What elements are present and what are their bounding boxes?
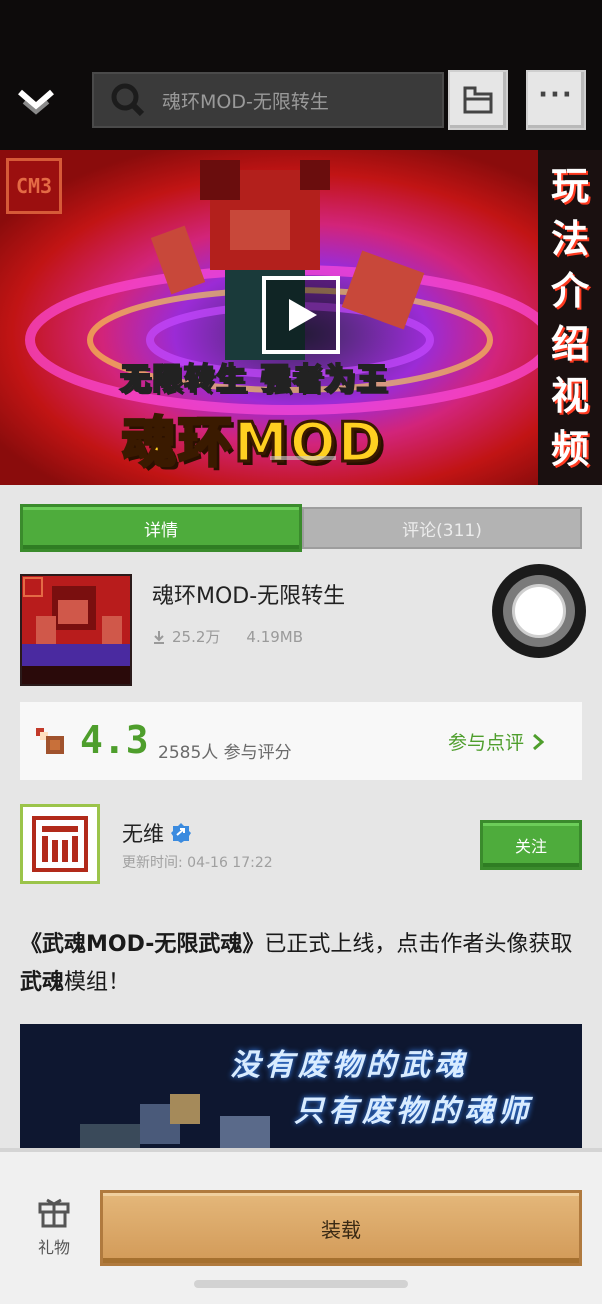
- detail-panel: 详情 评论(311) 魂环MOD-无限转生 25.2万 4.19MB 4.3 2…: [0, 488, 602, 1148]
- author-name[interactable]: 无维: [122, 818, 192, 848]
- collapse-button[interactable]: [14, 80, 58, 120]
- rating-score: 4.3: [80, 718, 149, 762]
- drumstick-icon: [36, 728, 64, 754]
- author-avatar[interactable]: [20, 804, 100, 884]
- search-text: 魂环MOD-无限转生: [162, 90, 329, 113]
- announcement-tail: 模组！: [64, 970, 131, 995]
- gift-icon: [38, 1198, 70, 1228]
- verified-icon: [171, 823, 191, 843]
- side-char: 绍: [550, 321, 589, 366]
- gift-label: 礼物: [37, 1238, 70, 1257]
- side-char: 视: [550, 374, 589, 419]
- author-name-text: 无维: [122, 822, 164, 846]
- banner-subtitle: 无限转生 强者为王: [119, 361, 389, 398]
- floating-assistive-button[interactable]: [492, 564, 586, 658]
- side-char: 玩: [550, 164, 589, 209]
- announcement-text: 《武魂MOD-无限武魂》已正式上线，点击作者头像获取武魂模组！: [20, 926, 586, 1002]
- file-size: 4.19MB: [246, 627, 304, 646]
- banner-side-caption: 玩 法 介 绍 视 频: [538, 150, 602, 485]
- search-icon: [111, 83, 145, 117]
- promo-line-2: 只有废物的魂师: [294, 1094, 532, 1129]
- promo-image[interactable]: 没有废物的武魂 只有废物的魂师: [20, 1024, 582, 1148]
- banner-logo: CM3: [6, 158, 62, 214]
- app-title: 魂环MOD-无限转生: [152, 584, 346, 609]
- follow-button[interactable]: 关注: [480, 820, 582, 870]
- install-button[interactable]: 装载: [100, 1190, 582, 1266]
- rate-link[interactable]: 参与点评: [448, 728, 545, 755]
- assistive-core: [512, 584, 566, 638]
- banner-title: 魂环MOD: [120, 410, 385, 476]
- bookmark-button[interactable]: [448, 70, 508, 130]
- assistive-ring: [503, 575, 575, 647]
- promo-line-1: 没有废物的武魂: [230, 1048, 468, 1083]
- bottom-bar: 礼物 装载: [0, 1148, 602, 1304]
- rating-count: 2585人 参与评分: [158, 743, 292, 763]
- announcement-body: 已正式上线，点击作者头像获取: [264, 932, 573, 957]
- more-icon: ···: [538, 80, 574, 110]
- side-char: 法: [550, 216, 589, 261]
- rating-section: 4.3 2585人 参与评分 参与点评: [20, 702, 582, 780]
- update-time: 更新时间: 04-16 17:22: [122, 855, 273, 871]
- app-meta: 25.2万 4.19MB: [152, 626, 303, 647]
- play-icon: [289, 299, 317, 331]
- video-banner[interactable]: CM3 无限转生 强者为王 魂环MOD 玩 法 介 绍 视 频: [0, 150, 602, 485]
- more-button[interactable]: ···: [526, 70, 586, 130]
- chevron-down-icon: [18, 89, 54, 115]
- play-button[interactable]: [262, 276, 340, 354]
- gift-button[interactable]: 礼物: [30, 1198, 78, 1258]
- app-icon-art: [22, 576, 130, 684]
- tab-bar: 详情 评论(311): [20, 504, 582, 552]
- download-icon: [154, 630, 164, 644]
- author-logo: [32, 816, 88, 872]
- top-bar: 魂环MOD-无限转生 ···: [0, 0, 602, 150]
- app-icon: [20, 574, 132, 686]
- announcement-emphasis: 武魂: [20, 970, 65, 995]
- announcement-link[interactable]: 《武魂MOD-无限武魂》: [20, 932, 264, 957]
- carousel-indicator: [270, 456, 336, 460]
- download-count: 25.2万: [172, 628, 221, 646]
- side-char: 介: [550, 269, 589, 314]
- folder-icon: [463, 86, 493, 114]
- chevron-right-icon: [533, 733, 545, 750]
- search-bar[interactable]: 魂环MOD-无限转生: [92, 72, 444, 128]
- tab-comments[interactable]: 评论(311): [302, 507, 582, 549]
- tab-details[interactable]: 详情: [20, 504, 302, 552]
- rate-link-label: 参与点评: [448, 732, 525, 754]
- side-char: 频: [550, 426, 589, 471]
- home-indicator: [194, 1280, 408, 1288]
